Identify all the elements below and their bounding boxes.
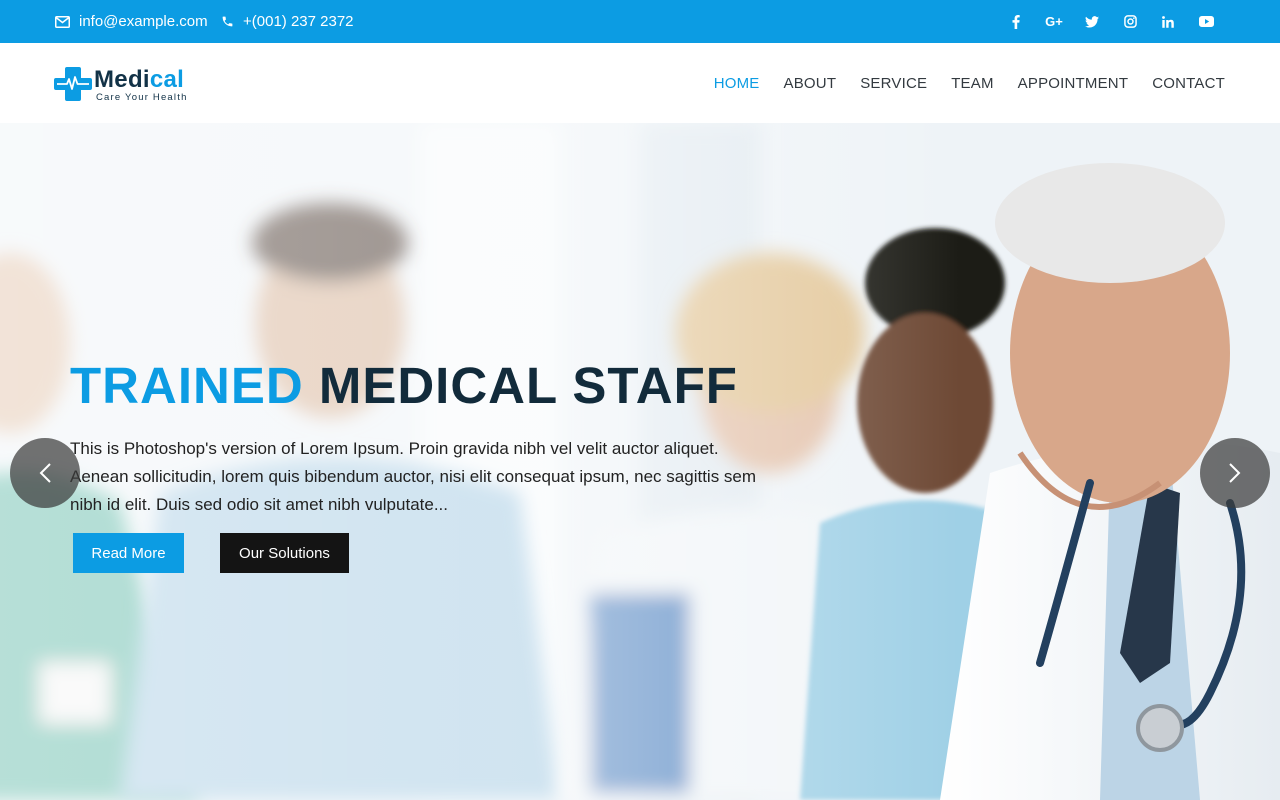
nav-item-contact[interactable]: CONTACT xyxy=(1152,75,1225,92)
hero-title-accent: TRAINED xyxy=(70,357,304,414)
google-plus-link[interactable]: G+ xyxy=(1035,0,1073,43)
main-nav: HOME ABOUT SERVICE TEAM APPOINTMENT CONT… xyxy=(690,43,1225,123)
slider-next-button[interactable] xyxy=(1200,438,1270,508)
brand-name-accent: cal xyxy=(149,66,185,93)
hero-slider: TRAINED MEDICAL STAFF This is Photoshop'… xyxy=(0,123,1280,800)
nav-item-service[interactable]: SERVICE xyxy=(860,75,927,92)
brand-tagline: Care Your Health xyxy=(96,92,188,103)
contact-email[interactable]: info@example.com xyxy=(55,0,208,43)
google-plus-icon: G+ xyxy=(1045,14,1063,29)
hero-title: TRAINED MEDICAL STAFF xyxy=(70,356,738,415)
nav-item-about[interactable]: ABOUT xyxy=(784,75,837,92)
instagram-icon xyxy=(1123,15,1137,28)
facebook-icon xyxy=(1012,14,1020,29)
linkedin-link[interactable] xyxy=(1149,0,1187,43)
instagram-link[interactable] xyxy=(1111,0,1149,43)
contact-phone[interactable]: +(001) 237 2372 xyxy=(221,0,354,43)
linkedin-icon xyxy=(1162,15,1174,28)
youtube-link[interactable] xyxy=(1187,0,1225,43)
read-more-button[interactable]: Read More xyxy=(73,533,184,573)
top-bar: info@example.com +(001) 237 2372 G+ xyxy=(0,0,1280,43)
envelope-icon xyxy=(55,15,70,28)
nav-item-appointment[interactable]: APPOINTMENT xyxy=(1018,75,1129,92)
twitter-icon xyxy=(1085,15,1099,28)
brand-name: Medical xyxy=(94,66,184,94)
phone-icon xyxy=(222,16,233,27)
twitter-link[interactable] xyxy=(1073,0,1111,43)
social-links: G+ xyxy=(997,0,1225,43)
youtube-icon xyxy=(1198,16,1214,27)
nav-item-home[interactable]: HOME xyxy=(714,75,760,92)
contact-phone-text: +(001) 237 2372 xyxy=(243,13,354,30)
brand-name-main: Medi xyxy=(94,66,150,93)
chevron-left-icon xyxy=(39,463,51,483)
facebook-link[interactable] xyxy=(997,0,1035,43)
medical-cross-icon xyxy=(54,67,92,101)
hero-title-rest: MEDICAL STAFF xyxy=(318,357,738,414)
hero-description: This is Photoshop's version of Lorem Ips… xyxy=(70,439,757,514)
site-logo[interactable]: Medical Care Your Health xyxy=(54,65,204,103)
site-header: Medical Care Your Health HOME ABOUT SERV… xyxy=(0,43,1280,123)
slider-prev-button[interactable] xyxy=(10,438,80,508)
nav-item-team[interactable]: TEAM xyxy=(951,75,993,92)
chevron-right-icon xyxy=(1229,463,1241,483)
our-solutions-button[interactable]: Our Solutions xyxy=(220,533,349,573)
contact-email-text: info@example.com xyxy=(79,13,208,30)
